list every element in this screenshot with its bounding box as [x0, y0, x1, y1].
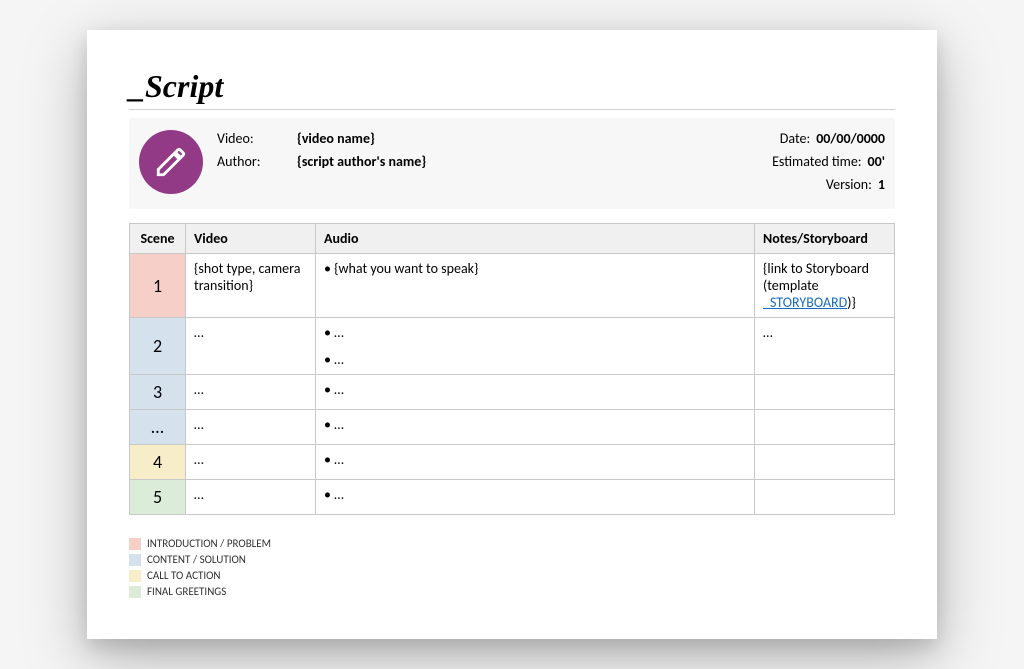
audio-item: … — [324, 416, 746, 433]
audio-cell: … — [316, 445, 755, 480]
scene-number: 2 — [130, 318, 186, 375]
legend-swatch — [129, 586, 141, 598]
audio-cell: … — [316, 480, 755, 515]
meta-right: Date: 00/00/0000 Estimated time: 00' Ver… — [772, 130, 885, 199]
legend-swatch — [129, 570, 141, 582]
pencil-icon — [139, 130, 203, 194]
audio-cell: …… — [316, 318, 755, 375]
legend-row: CONTENT / SOLUTION — [129, 553, 895, 566]
audio-item: … — [324, 351, 746, 368]
audio-item: {what you want to speak} — [324, 260, 746, 277]
table-row: 5…… — [130, 480, 895, 515]
notes-cell — [755, 480, 895, 515]
legend: INTRODUCTION / PROBLEM CONTENT / SOLUTION… — [129, 537, 895, 598]
scene-number: 3 — [130, 375, 186, 410]
notes-cell — [755, 410, 895, 445]
notes-text: {link to Storyboard (template — [763, 260, 869, 294]
legend-row: FINAL GREETINGS — [129, 585, 895, 598]
audio-item: … — [324, 451, 746, 468]
legend-label: FINAL GREETINGS — [147, 585, 226, 598]
table-row: ……… — [130, 410, 895, 445]
legend-label: INTRODUCTION / PROBLEM — [147, 537, 271, 550]
legend-label: CALL TO ACTION — [147, 569, 221, 582]
table-row: 3…… — [130, 375, 895, 410]
legend-swatch — [129, 554, 141, 566]
scene-number: 5 — [130, 480, 186, 515]
col-audio: Audio — [316, 224, 755, 254]
script-template-page: _Script Video: {video name} Author: {scr… — [87, 30, 937, 639]
legend-row: CALL TO ACTION — [129, 569, 895, 582]
table-row: 2………… — [130, 318, 895, 375]
meta-left: Video: {video name} Author: {script auth… — [217, 130, 758, 176]
notes-text: )} — [847, 294, 856, 311]
video-cell: … — [186, 375, 316, 410]
col-scene: Scene — [130, 224, 186, 254]
video-cell: … — [186, 480, 316, 515]
legend-row: INTRODUCTION / PROBLEM — [129, 537, 895, 550]
page-title: _Script — [129, 68, 895, 110]
table-row: 4…… — [130, 445, 895, 480]
video-cell: … — [186, 445, 316, 480]
audio-item: … — [324, 381, 746, 398]
version-label: Version: — [826, 176, 872, 193]
notes-text: … — [763, 324, 773, 341]
notes-cell — [755, 375, 895, 410]
col-notes: Notes/Storyboard — [755, 224, 895, 254]
notes-cell — [755, 445, 895, 480]
audio-item: … — [324, 486, 746, 503]
author-label: Author: — [217, 153, 297, 170]
date-value: 00/00/0000 — [816, 130, 885, 147]
est-label: Estimated time: — [772, 153, 861, 170]
video-label: Video: — [217, 130, 297, 147]
version-value: 1 — [878, 176, 885, 193]
video-cell: … — [186, 410, 316, 445]
legend-label: CONTENT / SOLUTION — [147, 553, 246, 566]
notes-cell: … — [755, 318, 895, 375]
table-row: 1{shot type, camera transition} {what you… — [130, 254, 895, 318]
author-value: {script author's name} — [297, 153, 426, 170]
storyboard-link[interactable]: _STORYBOARD — [763, 294, 847, 311]
video-cell: … — [186, 318, 316, 375]
scene-number: 1 — [130, 254, 186, 318]
scene-number: 4 — [130, 445, 186, 480]
video-value: {video name} — [297, 130, 375, 147]
legend-swatch — [129, 538, 141, 550]
script-table: Scene Video Audio Notes/Storyboard 1{sho… — [129, 223, 895, 515]
date-label: Date: — [780, 130, 810, 147]
col-video: Video — [186, 224, 316, 254]
est-value: 00' — [868, 153, 885, 170]
audio-item: … — [324, 324, 746, 341]
meta-block: Video: {video name} Author: {script auth… — [129, 118, 895, 209]
video-cell: {shot type, camera transition} — [186, 254, 316, 318]
audio-cell: {what you want to speak} — [316, 254, 755, 318]
audio-cell: … — [316, 410, 755, 445]
notes-cell: {link to Storyboard (template _STORYBOAR… — [755, 254, 895, 318]
audio-cell: … — [316, 375, 755, 410]
scene-number: … — [130, 410, 186, 445]
